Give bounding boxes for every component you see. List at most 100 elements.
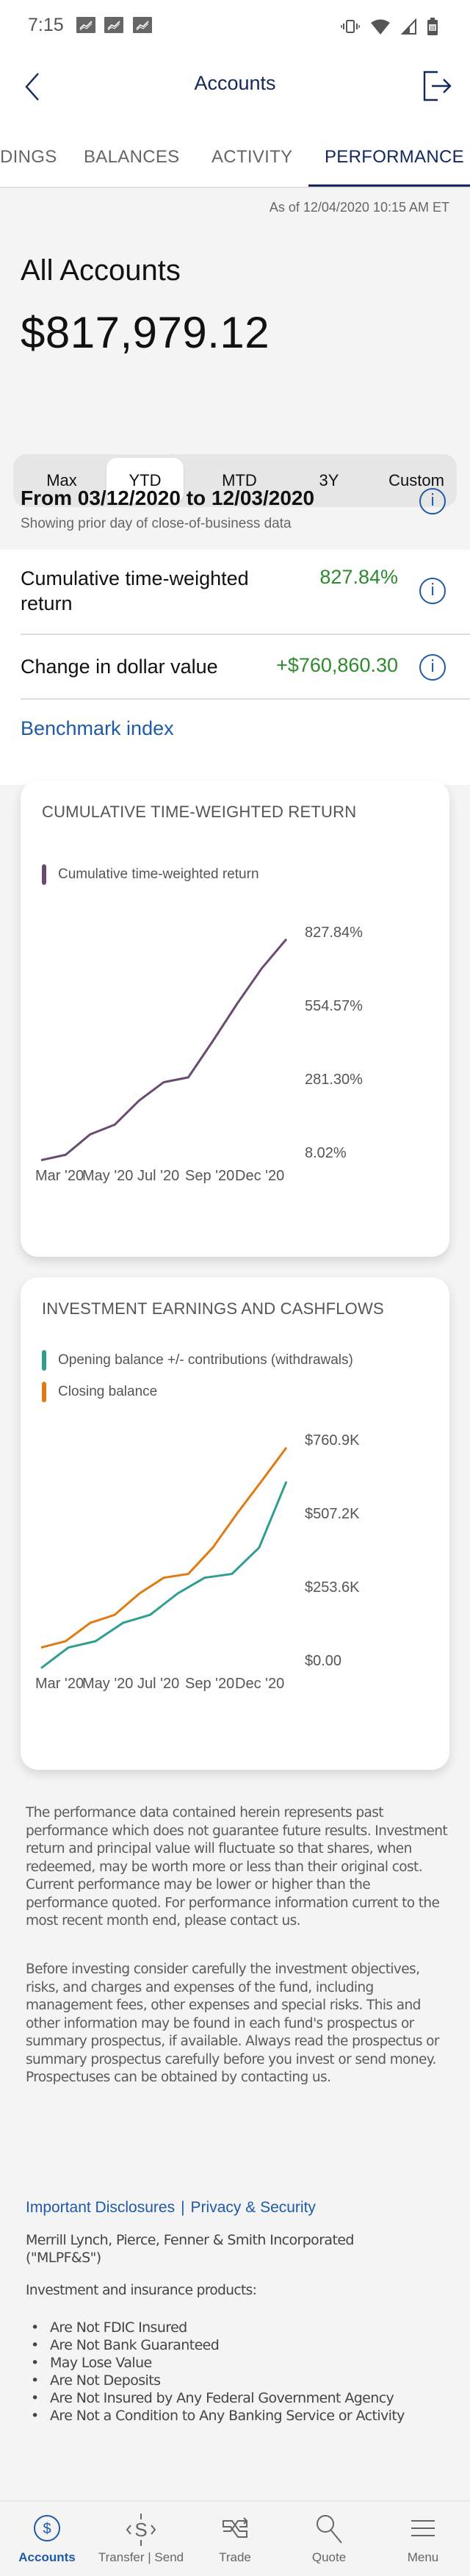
- twr-line-chart: 827.84% 554.57% 281.30% 8.02% Mar '20May '20…: [35, 925, 363, 1184]
- benchmark-index-link[interactable]: Benchmark index: [21, 717, 174, 740]
- svg-text:23: 23: [430, 27, 435, 32]
- active-tab-indicator: [308, 184, 470, 187]
- nav-label: Menu: [407, 2550, 439, 2564]
- legend-swatch: [42, 864, 46, 885]
- metric-row-dollar-change: Change in dollar value +$760,860.30: [21, 635, 470, 700]
- dollar-circle-icon: $: [34, 2515, 60, 2541]
- notification-chart-icon: [133, 17, 152, 33]
- account-title: All Accounts: [21, 254, 181, 287]
- nav-accounts[interactable]: $ Accounts: [0, 2502, 94, 2576]
- list-item: Are Not FDIC Insured: [28, 2319, 405, 2336]
- twr-info-icon[interactable]: [419, 578, 446, 604]
- products-title: Investment and insurance products:: [26, 2283, 257, 2298]
- y-tick-label: $0.00: [305, 1653, 341, 1669]
- notification-chart-icon: [76, 17, 95, 33]
- tab-balances[interactable]: BALANCES: [84, 147, 179, 168]
- range-custom-button[interactable]: Custom: [373, 458, 460, 503]
- y-tick-label: 554.57%: [305, 998, 363, 1014]
- battery-icon: 23: [427, 18, 438, 35]
- tab-activity[interactable]: ACTIVITY: [212, 147, 292, 168]
- legend-label: Closing balance: [58, 1384, 158, 1399]
- company-name: Merrill Lynch, Pierce, Fenner & Smith In…: [26, 2232, 354, 2266]
- prospectus-disclaimer: Before investing consider carefully the …: [26, 1962, 439, 2085]
- list-item: Are Not a Condition to Any Banking Servi…: [28, 2407, 405, 2425]
- nav-label: Quote: [311, 2550, 347, 2564]
- x-tick-label: Sep '20: [185, 1168, 234, 1184]
- signal-icon: [401, 18, 416, 35]
- period-info-icon[interactable]: [419, 488, 446, 514]
- important-disclosures-link[interactable]: Important Disclosures: [26, 2199, 175, 2216]
- list-item: Are Not Bank Guaranteed: [28, 2336, 405, 2354]
- wifi-icon: [371, 19, 390, 35]
- status-bar: 7:15 23: [0, 0, 470, 49]
- list-item: Are Not Deposits: [28, 2372, 405, 2389]
- chart-title: INVESTMENT EARNINGS AND CASHFLOWS: [42, 1299, 384, 1318]
- period-range-title: From 03/12/2020 to 12/03/2020: [21, 487, 315, 509]
- series-line-1: [40, 938, 288, 1162]
- transfer-icon: S: [126, 2514, 156, 2546]
- vibrate-icon: [341, 20, 360, 33]
- x-tick-label: May '20: [82, 1168, 133, 1184]
- x-tick-label: Dec '20: [235, 1676, 284, 1692]
- nav-label: Transfer | Send: [98, 2550, 184, 2564]
- x-tick-label: Jul '20: [137, 1676, 179, 1692]
- footer-links: Important Disclosures | Privacy & Security: [26, 2199, 316, 2217]
- cashflow-line-chart: $760.9K $507.2K $253.6K $0.00 Mar '20May '20…: [35, 1432, 360, 1692]
- account-tabs: DINGS BALANCES ACTIVITY PERFORMANCE: [0, 122, 470, 188]
- metric-label: Cumulative time-weighted return: [21, 567, 249, 614]
- x-tick-label: May '20: [82, 1676, 133, 1692]
- legend-item: Opening balance +/- contributions (withd…: [42, 1350, 353, 1371]
- performance-metrics: Cumulative time-weighted return 827.84% …: [0, 550, 470, 785]
- y-tick-label: 8.02%: [305, 1145, 347, 1161]
- performance-disclaimer: The performance data contained herein re…: [26, 1805, 448, 1929]
- link-separator: |: [181, 2199, 185, 2216]
- search-icon: [317, 2515, 342, 2544]
- nav-trade[interactable]: Trade: [188, 2502, 282, 2576]
- legend-label: Opening balance +/- contributions (withd…: [58, 1352, 353, 1368]
- dollar-change-info-icon[interactable]: [419, 654, 446, 681]
- app-header: Accounts: [0, 49, 470, 122]
- tab-holdings[interactable]: DINGS: [0, 147, 57, 168]
- y-tick-label: $760.9K: [305, 1432, 360, 1449]
- chart-title: CUMULATIVE TIME-WEIGHTED RETURN: [42, 803, 357, 821]
- x-tick-label: Mar '20: [35, 1168, 84, 1184]
- legend-label: Cumulative time-weighted return: [58, 867, 259, 882]
- y-tick-label: $507.2K: [305, 1506, 360, 1522]
- metric-label: Change in dollar value: [21, 656, 218, 678]
- twr-chart-card: CUMULATIVE TIME-WEIGHTED RETURN Cumulati…: [21, 781, 449, 1257]
- legend-item: Cumulative time-weighted return: [42, 864, 259, 885]
- x-tick-label: Dec '20: [235, 1168, 284, 1184]
- logout-icon[interactable]: [422, 69, 454, 103]
- legend-swatch: [42, 1350, 46, 1371]
- nav-menu[interactable]: Menu: [376, 2502, 470, 2576]
- metric-row-twr: Cumulative time-weighted return 827.84%: [21, 550, 470, 635]
- nav-transfer-send[interactable]: S Transfer | Send: [94, 2502, 188, 2576]
- notification-chart-icon: [104, 17, 123, 33]
- y-tick-label: 281.30%: [305, 1072, 363, 1088]
- status-time: 7:15: [28, 15, 64, 35]
- series-line-2: [40, 1446, 288, 1649]
- x-tick-label: Sep '20: [185, 1676, 234, 1692]
- period-subtitle: Showing prior day of close-of-business d…: [21, 516, 292, 531]
- list-item: Are Not Insured by Any Federal Governmen…: [28, 2389, 405, 2407]
- privacy-security-link[interactable]: Privacy & Security: [191, 2199, 316, 2216]
- cashflow-chart-card: INVESTMENT EARNINGS AND CASHFLOWS Openin…: [21, 1277, 449, 1770]
- series-line-1: [40, 1481, 288, 1669]
- as-of-timestamp: As of 12/04/2020 10:15 AM ET: [269, 200, 449, 215]
- metric-value: 827.84%: [319, 566, 398, 588]
- nav-label: Trade: [219, 2550, 251, 2564]
- legend-item: Closing balance: [42, 1382, 157, 1402]
- tab-performance[interactable]: PERFORMANCE: [325, 147, 464, 168]
- nav-label: Accounts: [18, 2550, 76, 2564]
- account-total-value: $817,979.12: [21, 308, 270, 357]
- y-tick-label: $253.6K: [305, 1579, 360, 1596]
- x-tick-label: Mar '20: [35, 1676, 84, 1692]
- svg-text:$: $: [43, 2521, 51, 2537]
- metric-value: +$760,860.30: [276, 654, 398, 676]
- nav-quote[interactable]: Quote: [282, 2502, 376, 2576]
- menu-icon: [411, 2520, 435, 2536]
- products-list: Are Not FDIC Insured Are Not Bank Guaran…: [28, 2319, 405, 2425]
- legend-swatch: [42, 1382, 46, 1402]
- page-title: Accounts: [194, 72, 276, 94]
- trade-icon: [223, 2517, 248, 2538]
